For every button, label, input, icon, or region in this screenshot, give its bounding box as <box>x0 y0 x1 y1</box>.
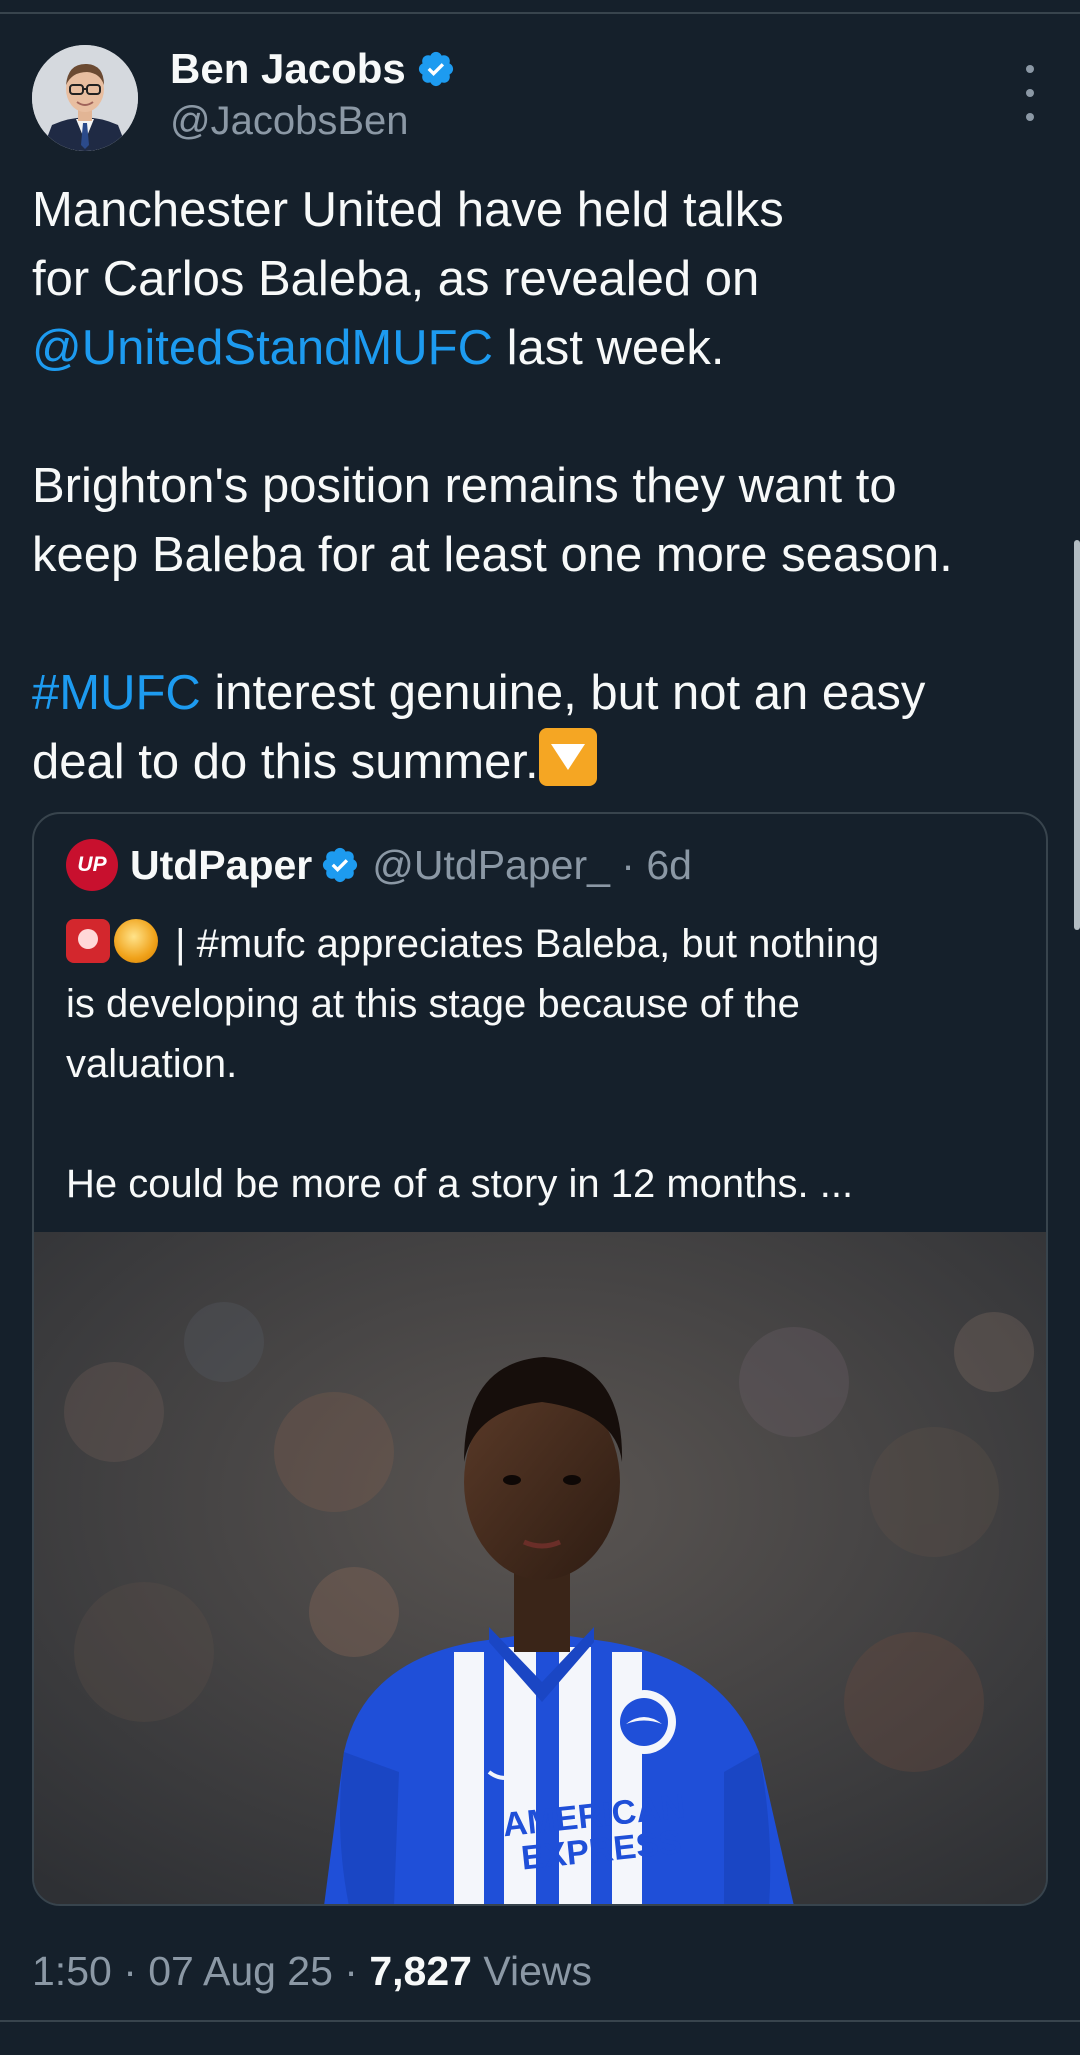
author-name-text[interactable]: Ben Jacobs <box>170 45 406 93</box>
siren-emoji-icon <box>66 919 110 963</box>
views-label: Views <box>471 1948 592 1994</box>
circle-emoji-icon <box>114 919 158 963</box>
author-avatar[interactable] <box>32 45 138 151</box>
top-divider <box>0 12 1080 14</box>
verified-badge-icon <box>323 847 358 883</box>
timestamp[interactable]: 1:50 · 07 Aug 25 · <box>32 1948 369 1994</box>
quote-line: | #mufc appreciates Baleba, but nothing <box>66 914 1026 974</box>
tweet-meta: 1:50 · 07 Aug 25 · 7,827 Views <box>32 1948 592 1995</box>
views-count: 7,827 <box>369 1948 472 1994</box>
tweet-line: #MUFC interest genuine, but not an easy <box>32 666 926 720</box>
more-vertical-icon[interactable] <box>1012 65 1048 121</box>
quote-handle-time[interactable]: @UtdPaper_ · 6d <box>372 842 692 889</box>
quote-author-name[interactable]: UtdPaper <box>130 842 312 889</box>
tweet-line: Manchester United have held talks <box>32 183 784 237</box>
tweet-line: deal to do this summer. <box>32 728 1062 797</box>
hashtag-link[interactable]: #MUFC <box>32 666 201 720</box>
quote-avatar[interactable]: UP <box>66 839 118 891</box>
quote-text: | #mufc appreciates Baleba, but nothing … <box>66 914 1026 1214</box>
tweet-line: @UnitedStandMUFC last week. <box>32 321 725 375</box>
tweet-line: Brighton's position remains they want to <box>32 459 897 513</box>
author-handle[interactable]: @JacobsBen <box>170 99 409 144</box>
quote-media-photo[interactable]: AMERICAN EXPRESS <box>34 1232 1046 1904</box>
tweet-header: Ben Jacobs @JacobsBen <box>32 45 1048 155</box>
tweet-line: for Carlos Baleba, as revealed on <box>32 252 760 306</box>
verified-badge-icon <box>418 51 453 87</box>
tweet-text: Manchester United have held talks for Ca… <box>32 176 1062 797</box>
scroll-indicator[interactable] <box>1074 540 1080 930</box>
bottom-divider <box>0 2020 1080 2022</box>
down-arrow-emoji-icon <box>538 728 597 786</box>
tweet-line: keep Baleba for at least one more season… <box>32 528 953 582</box>
author-name[interactable]: Ben Jacobs <box>170 45 456 93</box>
quoted-tweet-card[interactable]: UP UtdPaper @UtdPaper_ · 6d | #mufc appr… <box>32 812 1048 1906</box>
quote-line: He could be more of a story in 12 months… <box>66 1162 854 1206</box>
quote-header: UP UtdPaper @UtdPaper_ · 6d <box>66 838 692 892</box>
quote-line: is developing at this stage because of t… <box>66 982 800 1026</box>
quote-line: valuation. <box>66 1042 238 1086</box>
mention-link[interactable]: @UnitedStandMUFC <box>32 321 493 375</box>
